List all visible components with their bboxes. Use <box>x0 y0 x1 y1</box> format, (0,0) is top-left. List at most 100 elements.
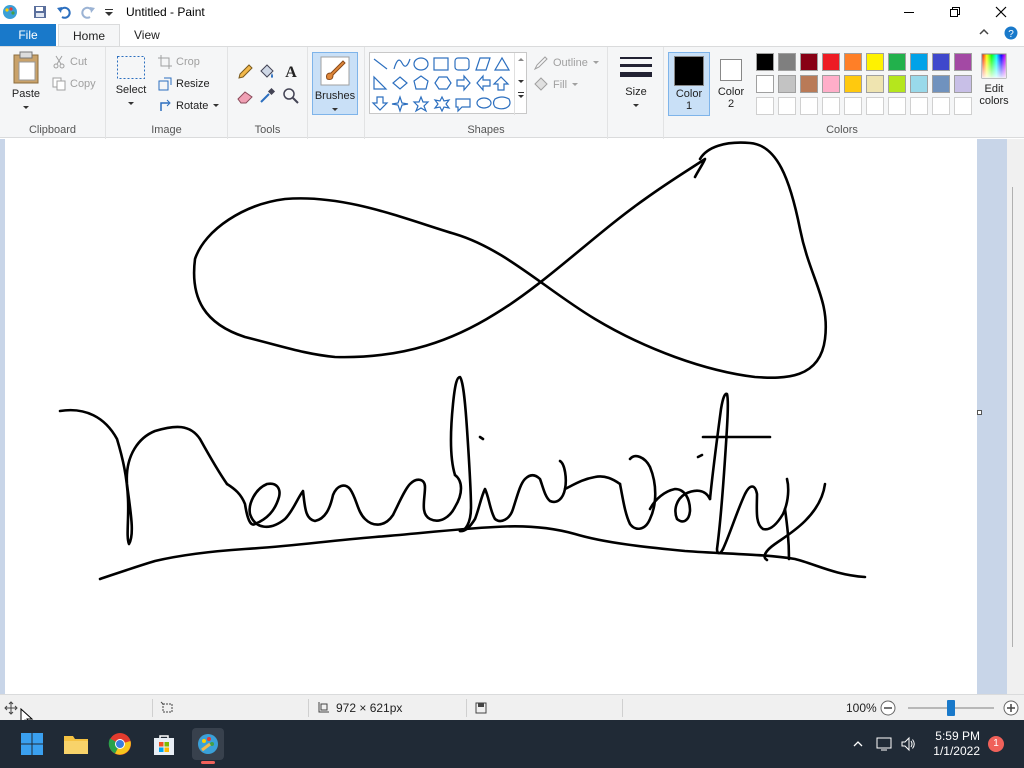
fill-button[interactable]: Fill <box>533 77 579 93</box>
select-button[interactable]: Select <box>112 55 150 115</box>
palette-custom-swatch[interactable] <box>866 97 884 115</box>
active-app-indicator <box>201 761 215 764</box>
magnifier-icon[interactable] <box>282 87 300 105</box>
chrome-icon <box>108 733 131 755</box>
drawing-canvas[interactable] <box>5 139 977 694</box>
rotate-button[interactable]: Rotate <box>158 99 220 113</box>
palette-custom-swatch[interactable] <box>888 97 906 115</box>
edit-colors-label-line2: colors <box>979 95 1009 107</box>
vertical-scrollbar-thumb[interactable] <box>1012 187 1018 647</box>
color2-button[interactable]: Color 2 <box>712 52 750 116</box>
brushes-label: Brushes <box>314 90 356 102</box>
palette-swatch[interactable] <box>822 75 840 93</box>
paste-button[interactable]: Paste <box>6 51 46 117</box>
color1-button[interactable]: Color 1 <box>668 52 710 116</box>
help-icon[interactable]: ? <box>1004 26 1018 40</box>
tools-group-label: Tools <box>254 124 281 136</box>
palette-swatch[interactable] <box>932 53 950 71</box>
chevron-up-icon[interactable] <box>852 738 864 750</box>
notification-badge[interactable]: 1 <box>988 736 1004 752</box>
save-icon[interactable] <box>32 4 48 20</box>
cut-button[interactable]: Cut <box>52 55 87 69</box>
tab-view[interactable]: View <box>120 24 174 46</box>
shapes-scroll[interactable] <box>514 53 526 115</box>
zoom-slider[interactable] <box>908 700 994 716</box>
zoom-in-icon[interactable] <box>1003 700 1019 716</box>
canvas-resize-handle[interactable] <box>977 410 982 415</box>
brushes-button[interactable]: Brushes <box>312 52 358 115</box>
pencil-icon[interactable] <box>236 63 254 81</box>
svg-text:A: A <box>285 64 297 80</box>
palette-swatch[interactable] <box>756 53 774 71</box>
palette-custom-swatch[interactable] <box>778 97 796 115</box>
chevron-down-icon <box>332 108 338 111</box>
palette-custom-swatch[interactable] <box>756 97 774 115</box>
folder-icon <box>64 736 88 754</box>
vertical-scrollbar[interactable] <box>1007 139 1024 694</box>
chevron-down-icon <box>213 104 220 107</box>
zoom-out-icon[interactable] <box>880 700 896 716</box>
tab-file[interactable]: File <box>0 24 56 46</box>
crop-button[interactable]: Crop <box>158 55 200 69</box>
clock-time: 5:59 PM <box>935 729 980 743</box>
fill-bucket-icon[interactable] <box>258 63 276 81</box>
color-picker-icon[interactable] <box>258 87 276 105</box>
customize-qat-icon[interactable] <box>104 4 114 20</box>
palette-swatch[interactable] <box>910 53 928 71</box>
edit-colors-button[interactable]: Edit colors <box>974 52 1014 118</box>
brush-icon <box>320 56 350 86</box>
palette-swatch[interactable] <box>800 75 818 93</box>
color1-label-line2: 1 <box>685 100 693 112</box>
taskbar-file-explorer[interactable] <box>60 728 92 760</box>
palette-swatch[interactable] <box>888 53 906 71</box>
palette-swatch[interactable] <box>778 75 796 93</box>
taskbar-chrome[interactable] <box>104 728 136 760</box>
palette-swatch[interactable] <box>866 75 884 93</box>
palette-custom-swatch[interactable] <box>910 97 928 115</box>
size-label: Size <box>625 86 647 98</box>
volume-icon[interactable] <box>900 736 916 752</box>
shapes-gallery[interactable] <box>369 52 527 115</box>
resize-button[interactable]: Resize <box>158 77 210 91</box>
shapes-group-label: Shapes <box>467 124 505 136</box>
palette-swatch[interactable] <box>888 75 906 93</box>
chevron-down-icon <box>518 80 524 83</box>
taskbar-store[interactable] <box>148 728 180 760</box>
eraser-icon[interactable] <box>236 87 254 105</box>
copy-button[interactable]: Copy <box>52 77 96 91</box>
palette-swatch[interactable] <box>932 75 950 93</box>
clock[interactable]: 5:59 PM 1/1/2022 <box>933 729 980 759</box>
palette-custom-swatch[interactable] <box>800 97 818 115</box>
palette-swatch[interactable] <box>954 75 972 93</box>
taskbar-paint[interactable] <box>192 728 224 764</box>
zoom-slider-thumb[interactable] <box>947 700 955 716</box>
palette-swatch[interactable] <box>822 53 840 71</box>
freehand-drawing <box>58 141 867 581</box>
close-button[interactable] <box>978 0 1024 24</box>
palette-swatch[interactable] <box>756 75 774 93</box>
redo-icon[interactable] <box>80 4 96 20</box>
paint-app-icon[interactable] <box>2 4 18 20</box>
palette-custom-swatch[interactable] <box>822 97 840 115</box>
palette-swatch[interactable] <box>866 53 884 71</box>
collapse-ribbon-icon[interactable] <box>978 26 990 38</box>
size-button[interactable]: Size <box>616 55 656 117</box>
network-icon[interactable] <box>876 736 892 752</box>
palette-swatch[interactable] <box>844 75 862 93</box>
palette-swatch[interactable] <box>910 75 928 93</box>
palette-swatch[interactable] <box>778 53 796 71</box>
palette-swatch[interactable] <box>844 53 862 71</box>
chevron-down-icon <box>633 104 639 107</box>
start-button[interactable] <box>16 728 48 760</box>
palette-swatch[interactable] <box>800 53 818 71</box>
tab-home[interactable]: Home <box>58 24 121 46</box>
palette-custom-swatch[interactable] <box>954 97 972 115</box>
palette-swatch[interactable] <box>954 53 972 71</box>
text-icon[interactable]: A <box>282 62 300 80</box>
outline-button[interactable]: Outline <box>533 55 600 71</box>
palette-custom-swatch[interactable] <box>932 97 950 115</box>
maximize-button[interactable] <box>932 0 978 24</box>
undo-icon[interactable] <box>56 4 72 20</box>
palette-custom-swatch[interactable] <box>844 97 862 115</box>
minimize-button[interactable] <box>886 0 932 24</box>
